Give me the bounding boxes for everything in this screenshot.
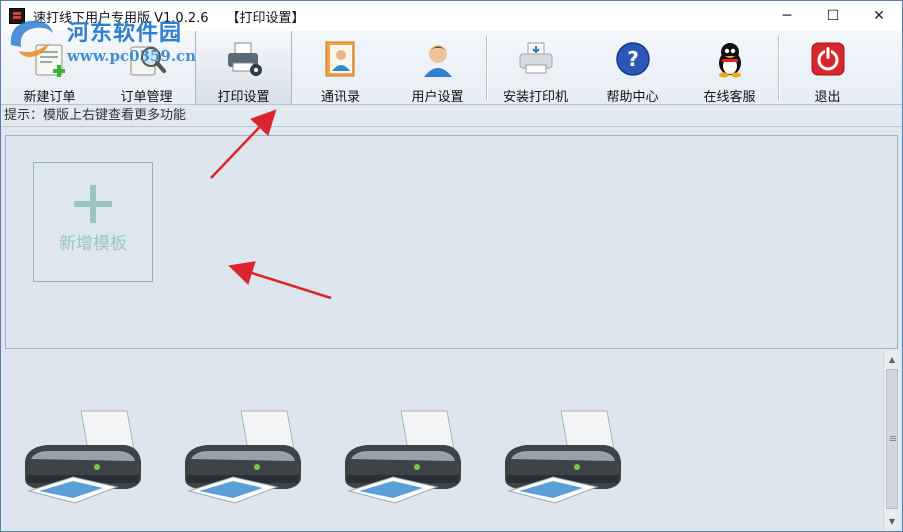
toolbar-label: 退出 — [814, 90, 841, 105]
toolbar-label: 订单管理 — [120, 90, 173, 105]
scroll-down-icon[interactable]: ▼ — [884, 513, 900, 529]
app-window: 速打线下用户专用版 V1.0.2.6 【打印设置】 ─ ☐ ✕ 新建订单 订单管… — [0, 0, 903, 532]
order-manage-icon — [127, 39, 167, 79]
toolbar-exit[interactable]: 退出 — [779, 31, 876, 105]
titlebar: 速打线下用户专用版 V1.0.2.6 【打印设置】 ─ ☐ ✕ — [1, 1, 902, 31]
grip-icon — [890, 436, 896, 437]
toolbar-label: 通讯录 — [320, 90, 360, 105]
template-panel: 新增模板 — [5, 135, 898, 349]
add-template-label: 新增模板 — [59, 233, 127, 254]
toolbar-label: 在线客服 — [703, 90, 756, 105]
window-controls: ─ ☐ ✕ — [764, 1, 902, 31]
toolbar-label: 帮助中心 — [606, 90, 659, 105]
toolbar-label: 打印设置 — [217, 90, 270, 105]
svg-text:?: ? — [627, 47, 639, 71]
app-logo-icon — [9, 8, 25, 24]
hint-bar: 提示：模版上右键查看更多功能 — [1, 105, 902, 127]
power-icon — [808, 39, 848, 79]
plus-icon — [74, 184, 112, 223]
print-settings-icon — [224, 39, 264, 79]
toolbar-contacts[interactable]: 通讯录 — [292, 31, 389, 105]
toolbar-help[interactable]: ? 帮助中心 — [584, 31, 681, 105]
maximize-button[interactable]: ☐ — [810, 1, 856, 31]
help-icon: ? — [613, 39, 653, 79]
contacts-icon — [321, 39, 361, 79]
toolbar-label: 安装打印机 — [502, 90, 568, 105]
window-title: 速打线下用户专用版 V1.0.2.6 — [33, 10, 209, 26]
printer-icon[interactable] — [177, 407, 307, 507]
printer-icon[interactable] — [337, 407, 467, 507]
install-printer-icon — [516, 39, 556, 79]
minimize-button[interactable]: ─ — [764, 1, 810, 31]
new-order-icon — [30, 39, 70, 79]
qq-icon — [710, 39, 750, 79]
scroll-thumb[interactable] — [886, 369, 898, 509]
user-icon — [418, 39, 458, 79]
main-toolbar: 新建订单 订单管理 打印设置 通讯录 用户设置 安装打印机 ? 帮助中心 在线客… — [1, 31, 902, 105]
toolbar-order-manage[interactable]: 订单管理 — [98, 31, 195, 105]
printer-icon[interactable] — [497, 407, 627, 507]
toolbar-new-order[interactable]: 新建订单 — [1, 31, 98, 105]
close-button[interactable]: ✕ — [856, 1, 902, 31]
printer-icon[interactable] — [17, 407, 147, 507]
printer-list — [3, 351, 883, 529]
vertical-scrollbar[interactable]: ▲ ▼ — [883, 351, 900, 529]
toolbar-print-settings[interactable]: 打印设置 — [195, 31, 292, 105]
window-subtitle: 【打印设置】 — [226, 10, 305, 26]
toolbar-label: 用户设置 — [411, 90, 464, 105]
toolbar-install-printer[interactable]: 安装打印机 — [487, 31, 584, 105]
toolbar-label: 新建订单 — [23, 90, 76, 105]
toolbar-online-service[interactable]: 在线客服 — [681, 31, 778, 105]
toolbar-user-settings[interactable]: 用户设置 — [389, 31, 486, 105]
scroll-up-icon[interactable]: ▲ — [884, 351, 900, 367]
add-template-button[interactable]: 新增模板 — [33, 162, 153, 282]
